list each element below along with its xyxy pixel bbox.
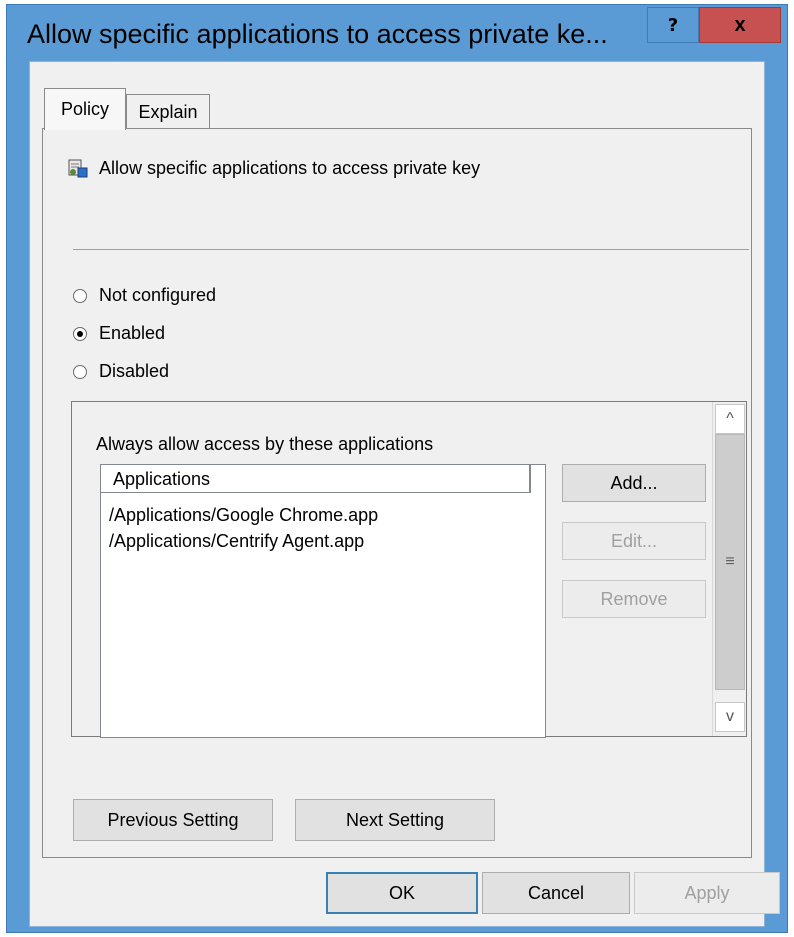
cancel-button[interactable]: Cancel <box>482 872 630 914</box>
ok-button[interactable]: OK <box>326 872 478 914</box>
radio-not-configured[interactable]: Not configured <box>73 285 216 306</box>
policy-header: Allow specific applications to access pr… <box>67 157 480 179</box>
options-scrollbar[interactable]: ^ ≡ v <box>712 402 746 736</box>
policy-header-label: Allow specific applications to access pr… <box>99 157 481 178</box>
applications-listview[interactable]: Applications /Applications/Google Chrome… <box>100 464 546 738</box>
dialog-client-area: Policy Explain Allow specific applicatio… <box>29 61 780 927</box>
scroll-up-icon[interactable]: ^ <box>715 404 745 434</box>
list-item[interactable]: /Applications/Google Chrome.app <box>109 505 378 526</box>
scroll-down-icon[interactable]: v <box>715 702 745 732</box>
scroll-thumb[interactable]: ≡ <box>715 434 745 690</box>
previous-setting-button[interactable]: Previous Setting <box>73 799 273 841</box>
edit-button[interactable]: Edit... <box>562 522 706 560</box>
remove-button[interactable]: Remove <box>562 580 706 618</box>
column-header-divider[interactable] <box>529 465 531 493</box>
window-title: Allow specific applications to access pr… <box>27 19 608 49</box>
radio-circle-not-configured[interactable] <box>73 288 87 303</box>
policy-dialog-window: Allow specific applications to access pr… <box>6 4 788 933</box>
close-button[interactable]: x <box>699 7 781 43</box>
apply-button[interactable]: Apply <box>634 872 780 914</box>
help-button[interactable]: ? <box>647 7 699 43</box>
radio-disabled[interactable]: Disabled <box>73 361 169 382</box>
options-frame: Always allow access by these application… <box>71 401 747 738</box>
radio-circle-enabled[interactable] <box>73 326 87 341</box>
radio-label-not-configured: Not configured <box>99 285 217 305</box>
next-setting-button[interactable]: Next Setting <box>295 799 495 841</box>
list-item[interactable]: /Applications/Centrify Agent.app <box>109 531 364 552</box>
policy-setting-icon <box>67 157 89 179</box>
radio-label-enabled: Enabled <box>99 323 166 343</box>
tab-explain[interactable]: Explain <box>126 94 210 130</box>
options-label: Always allow access by these application… <box>96 434 434 454</box>
radio-enabled[interactable]: Enabled <box>73 323 165 344</box>
applications-column-header[interactable]: Applications <box>101 465 531 493</box>
radio-circle-disabled[interactable] <box>73 364 87 379</box>
tab-policy[interactable]: Policy <box>44 88 126 130</box>
header-separator <box>73 249 749 250</box>
add-button[interactable]: Add... <box>562 464 706 502</box>
policy-tab-panel: Allow specific applications to access pr… <box>42 128 752 858</box>
radio-label-disabled: Disabled <box>99 361 170 381</box>
radio-selected-dot <box>77 330 83 337</box>
